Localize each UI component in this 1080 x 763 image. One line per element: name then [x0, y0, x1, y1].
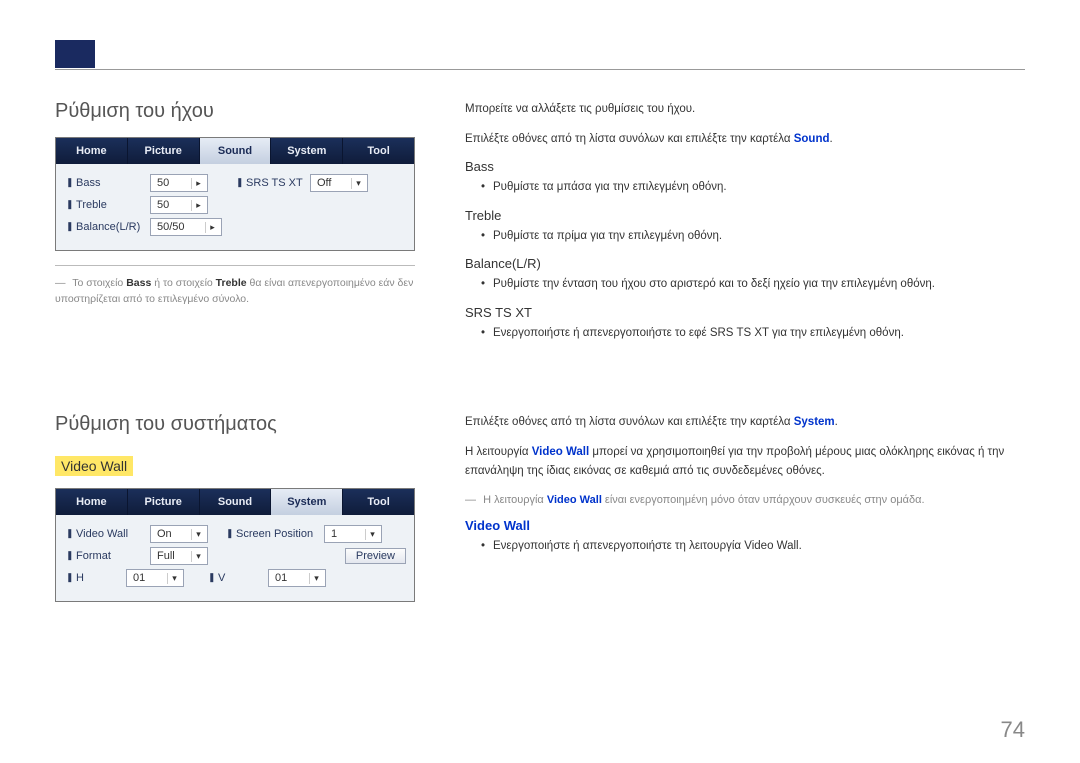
- label-bass: Bass: [64, 177, 144, 189]
- chevron-right-icon[interactable]: ▸: [205, 222, 219, 233]
- chevron-down-icon[interactable]: ▾: [365, 529, 379, 540]
- preview-button[interactable]: Preview: [345, 548, 406, 564]
- heading-system: Ρύθμιση του συστήματος: [55, 413, 415, 436]
- chevron-down-icon[interactable]: ▾: [167, 573, 181, 584]
- label-format: Format: [64, 550, 144, 562]
- sound-note: ― Το στοιχείο Bass ή το στοιχείο Treble …: [55, 276, 415, 308]
- select-videowall[interactable]: On ▾: [150, 525, 208, 543]
- chevron-down-icon[interactable]: ▾: [191, 529, 205, 540]
- li-bass: Ρυθμίστε τα μπάσα για την επιλεγμένη οθό…: [481, 178, 1025, 198]
- tab-home[interactable]: Home: [56, 138, 128, 164]
- tab-tool[interactable]: Tool: [343, 138, 414, 164]
- tab-system[interactable]: System: [271, 138, 343, 164]
- select-h[interactable]: 01 ▾: [126, 569, 184, 587]
- system-desc: Η λειτουργία Video Wall μπορεί να χρησιμ…: [465, 443, 1025, 482]
- tab-home[interactable]: Home: [56, 489, 128, 515]
- tab-picture[interactable]: Picture: [128, 138, 200, 164]
- label-balance: Balance(L/R): [64, 221, 144, 233]
- label-h: H: [64, 572, 120, 584]
- li-treble: Ρυθμίστε τα πρίμα για την επιλεγμένη οθό…: [481, 227, 1025, 247]
- sound-intro-2: Επιλέξτε οθόνες από τη λίστα συνόλων και…: [465, 130, 1025, 150]
- subhead-treble: Treble: [465, 208, 1025, 223]
- subhead-srs: SRS TS XT: [465, 305, 1025, 320]
- system-tabbar: Home Picture Sound System Tool: [56, 489, 414, 515]
- sound-tabbar: Home Picture Sound System Tool: [56, 138, 414, 164]
- system-note: ― Η λειτουργία Video Wall είναι ενεργοπο…: [465, 492, 1025, 509]
- system-intro: Επιλέξτε οθόνες από τη λίστα συνόλων και…: [465, 413, 1025, 433]
- select-treble[interactable]: 50 ▸: [150, 196, 208, 214]
- li-srs: Ενεργοποιήστε ή απενεργοποιήστε το εφέ S…: [481, 324, 1025, 344]
- label-srs: SRS TS XT: [234, 177, 304, 189]
- header-bar: [55, 40, 1025, 70]
- tab-sound[interactable]: Sound: [200, 489, 272, 515]
- tab-tool[interactable]: Tool: [343, 489, 414, 515]
- subhead-balance: Balance(L/R): [465, 256, 1025, 271]
- label-treble: Treble: [64, 199, 144, 211]
- divider: [55, 265, 415, 266]
- label-videowall: Video Wall: [64, 528, 144, 540]
- chevron-down-icon[interactable]: ▾: [191, 551, 205, 562]
- label-v: V: [206, 572, 262, 584]
- select-screenpos[interactable]: 1 ▾: [324, 525, 382, 543]
- tab-picture[interactable]: Picture: [128, 489, 200, 515]
- chevron-right-icon[interactable]: ▸: [191, 200, 205, 211]
- heading-sound: Ρύθμιση του ήχου: [55, 100, 415, 123]
- system-panel: Home Picture Sound System Tool Video Wal…: [55, 488, 415, 602]
- label-screenpos: Screen Position: [226, 528, 318, 540]
- sound-panel: Home Picture Sound System Tool Bass 50 ▸: [55, 137, 415, 251]
- select-v[interactable]: 01 ▾: [268, 569, 326, 587]
- subhead-videowall: Video Wall: [465, 518, 1025, 533]
- li-balance: Ρυθμίστε την ένταση του ήχου στο αριστερ…: [481, 275, 1025, 295]
- chevron-down-icon[interactable]: ▾: [351, 178, 365, 189]
- select-balance[interactable]: 50/50 ▸: [150, 218, 222, 236]
- tab-sound[interactable]: Sound: [200, 138, 272, 164]
- subhead-bass: Bass: [465, 159, 1025, 174]
- select-bass[interactable]: 50 ▸: [150, 174, 208, 192]
- tab-system[interactable]: System: [271, 489, 343, 515]
- chevron-down-icon[interactable]: ▾: [309, 573, 323, 584]
- chevron-right-icon[interactable]: ▸: [191, 178, 205, 189]
- highlight-videowall: Video Wall: [55, 456, 133, 476]
- sound-intro-1: Μπορείτε να αλλάξετε τις ρυθμίσεις του ή…: [465, 100, 1025, 120]
- select-format[interactable]: Full ▾: [150, 547, 208, 565]
- page-number: 74: [1001, 717, 1025, 743]
- li-videowall: Ενεργοποιήστε ή απενεργοποιήστε τη λειτο…: [481, 537, 1025, 557]
- select-srs[interactable]: Off ▾: [310, 174, 368, 192]
